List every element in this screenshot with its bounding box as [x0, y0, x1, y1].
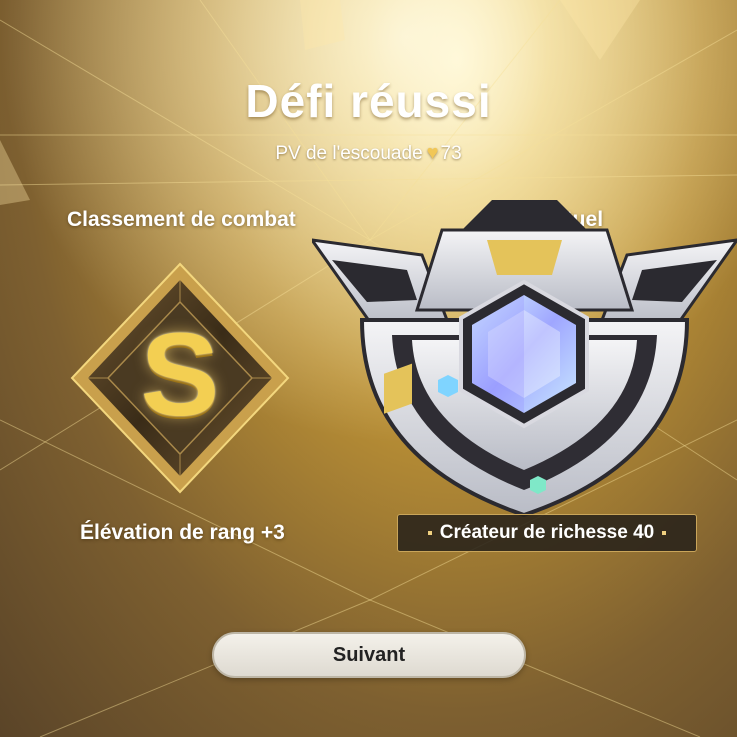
- rank-emblem: [312, 200, 737, 518]
- current-rank-name: Créateur de richesse 40: [439, 522, 655, 543]
- plate-dot-right: [662, 531, 667, 535]
- rank-elevation-value: +3: [260, 521, 285, 544]
- plate-dot-left: [427, 531, 432, 535]
- heart-icon: ♥: [426, 142, 439, 164]
- rank-elevation: Élévation de rang +3: [80, 521, 285, 545]
- combat-grade: S: [140, 309, 220, 441]
- current-rank-name-plate: Créateur de richesse 40: [397, 514, 697, 552]
- squad-hp-value: 73: [440, 143, 462, 164]
- squad-hp-label: PV de l'escouade: [275, 143, 423, 164]
- squad-hp: PV de l'escouade ♥ 73: [0, 142, 737, 165]
- rank-elevation-label: Élévation de rang: [80, 521, 256, 544]
- combat-rating-label: Classement de combat: [67, 208, 296, 231]
- next-button[interactable]: Suivant: [212, 632, 526, 678]
- page-title: Défi réussi: [245, 75, 492, 127]
